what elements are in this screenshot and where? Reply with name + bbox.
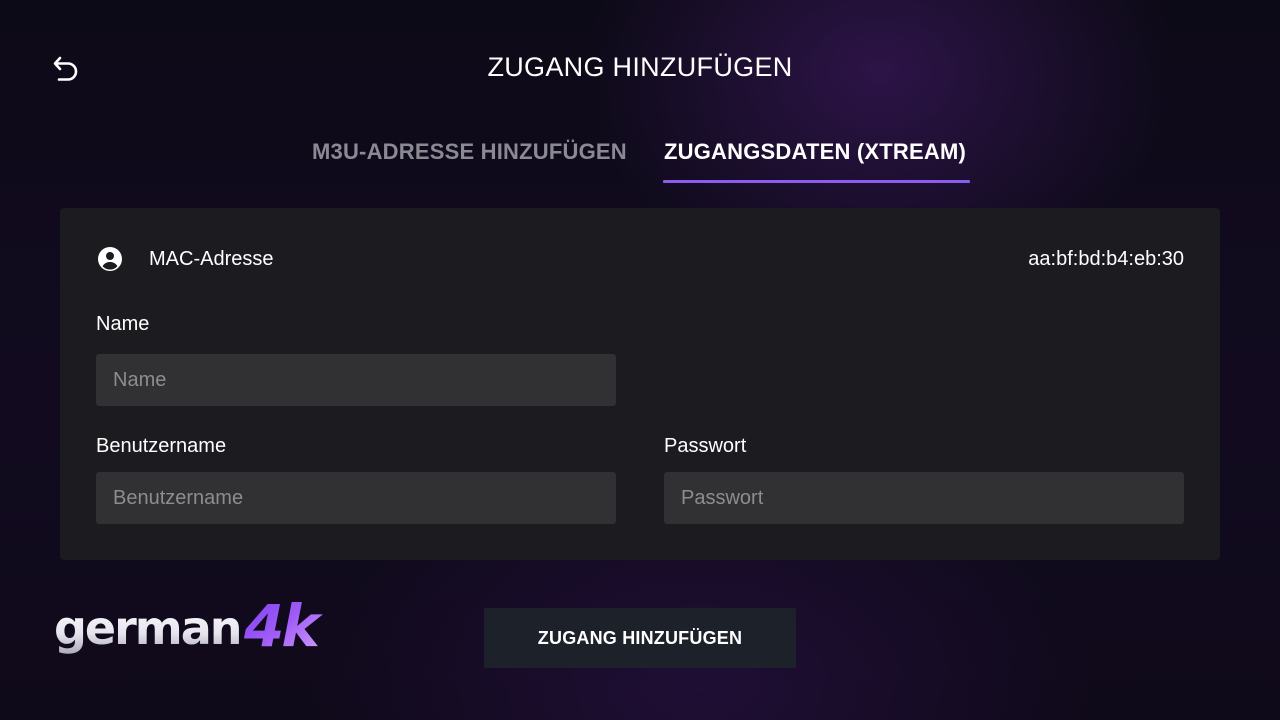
- account-circle-icon: [98, 247, 122, 271]
- logo-text-main: german: [54, 601, 241, 655]
- form-panel: MAC-Adresse aa:bf:bd:b4:eb:30 Name Benut…: [60, 208, 1220, 560]
- name-label: Name: [96, 313, 150, 335]
- logo-text-accent: 4k: [243, 596, 323, 660]
- password-label: Passwort: [664, 435, 747, 457]
- tab-m3u-address[interactable]: M3U-ADRESSE HINZUFÜGEN: [312, 139, 627, 165]
- username-input[interactable]: [96, 472, 616, 524]
- name-input[interactable]: [96, 354, 616, 406]
- mac-address-value: aa:bf:bd:b4:eb:30: [1028, 248, 1184, 270]
- mac-address-label: MAC-Adresse: [149, 248, 274, 270]
- active-tab-indicator: [663, 180, 970, 183]
- page-title: ZUGANG HINZUFÜGEN: [487, 52, 793, 82]
- add-access-button[interactable]: ZUGANG HINZUFÜGEN: [484, 608, 796, 668]
- password-input[interactable]: [664, 472, 1184, 524]
- username-label: Benutzername: [96, 435, 227, 457]
- tab-xtream-credentials[interactable]: ZUGANGSDATEN (XTREAM): [664, 139, 966, 165]
- german4k-logo: german 4k: [54, 596, 326, 660]
